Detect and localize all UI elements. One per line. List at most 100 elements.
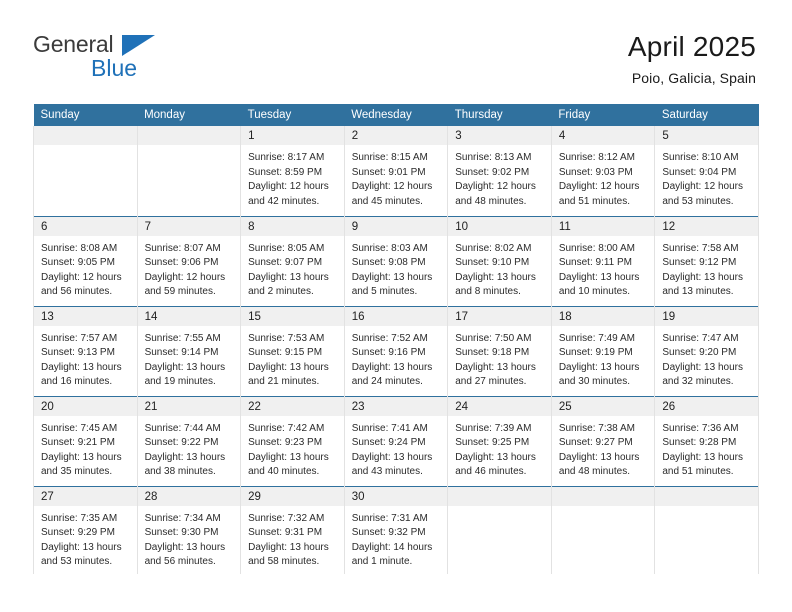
- calendar-day-cell[interactable]: 8 Sunrise: 8:05 AM Sunset: 9:07 PM Daylight…: [240, 215, 345, 306]
- day-detail-line: and 42 minutes.: [248, 195, 320, 207]
- day-detail-line: Sunrise: 7:34 AM: [144, 512, 221, 524]
- title-block: April 2025 Poio, Galicia, Spain: [628, 30, 756, 88]
- calendar-day-cell[interactable]: 5 Sunrise: 8:10 AM Sunset: 9:04 PM Daylight…: [654, 126, 759, 216]
- calendar-day-cell[interactable]: 11 Sunrise: 8:00 AM Sunset: 9:11 PM Dayligh…: [550, 215, 656, 306]
- weekday-header-friday: Friday: [551, 104, 655, 126]
- day-detail-line: Daylight: 12 hours: [144, 271, 226, 283]
- calendar-day-cell[interactable]: 4 Sunrise: 8:12 AM Sunset: 9:03 PM Daylight…: [550, 126, 656, 216]
- day-number: 19: [655, 306, 758, 326]
- calendar-day-cell[interactable]: 24 Sunrise: 7:39 AM Sunset: 9:25 PM Dayligh…: [447, 395, 552, 486]
- calendar-week-row: 1 Sunrise: 8:17 AM Sunset: 8:59 PM Daylight…: [33, 126, 759, 216]
- day-details: Sunrise: 7:36 AM Sunset: 9:28 PM Daylight:…: [655, 416, 758, 480]
- calendar-day-cell[interactable]: 26 Sunrise: 7:36 AM Sunset: 9:28 PM Dayligh…: [654, 395, 759, 486]
- calendar-day-cell[interactable]: 16 Sunrise: 7:52 AM Sunset: 9:16 PM Dayligh…: [343, 305, 449, 396]
- calendar-body: 1 Sunrise: 8:17 AM Sunset: 8:59 PM Daylight…: [33, 126, 759, 574]
- day-detail-line: Sunset: 9:23 PM: [248, 437, 323, 449]
- calendar-day-cell[interactable]: 28 Sunrise: 7:34 AM Sunset: 9:30 PM Dayligh…: [136, 485, 242, 574]
- day-detail-line: and 58 minutes.: [248, 556, 320, 568]
- day-number: 8: [241, 216, 344, 236]
- day-detail-line: and 51 minutes.: [662, 466, 734, 478]
- general-blue-logo[interactable]: General Blue: [33, 32, 203, 84]
- day-details: [448, 506, 551, 512]
- calendar-day-cell[interactable]: 29 Sunrise: 7:32 AM Sunset: 9:31 PM Dayligh…: [240, 485, 345, 574]
- calendar-day-cell[interactable]: 1 Sunrise: 8:17 AM Sunset: 8:59 PM Daylight…: [240, 126, 345, 216]
- day-detail-line: Daylight: 13 hours: [662, 271, 743, 283]
- day-details: [655, 506, 758, 512]
- calendar-day-cell[interactable]: 14 Sunrise: 7:55 AM Sunset: 9:14 PM Dayligh…: [136, 305, 242, 396]
- calendar-day-cell[interactable]: 6 Sunrise: 8:08 AM Sunset: 9:05 PM Daylight…: [33, 215, 138, 306]
- day-detail-line: Daylight: 12 hours: [248, 181, 329, 193]
- day-detail-line: Daylight: 13 hours: [41, 541, 122, 553]
- day-detail-line: Sunrise: 7:36 AM: [662, 422, 739, 434]
- day-detail-line: Sunset: 9:01 PM: [351, 166, 426, 178]
- weekday-header-tuesday: Tuesday: [240, 104, 345, 126]
- day-number: [655, 486, 758, 506]
- calendar-day-cell[interactable]: 3 Sunrise: 8:13 AM Sunset: 9:02 PM Daylight…: [447, 126, 552, 216]
- calendar-day-cell[interactable]: 7 Sunrise: 8:07 AM Sunset: 9:06 PM Daylight…: [136, 215, 242, 306]
- day-detail-line: Daylight: 12 hours: [41, 271, 122, 283]
- calendar-day-cell[interactable]: 15 Sunrise: 7:53 AM Sunset: 9:15 PM Dayligh…: [240, 305, 345, 396]
- day-number: 13: [34, 306, 137, 326]
- day-detail-line: and 51 minutes.: [558, 195, 630, 207]
- calendar-day-cell[interactable]: 25 Sunrise: 7:38 AM Sunset: 9:27 PM Dayligh…: [550, 395, 656, 486]
- weekday-header-saturday: Saturday: [654, 104, 759, 126]
- day-details: Sunrise: 7:41 AM Sunset: 9:24 PM Daylight:…: [345, 416, 448, 480]
- calendar-day-cell-empty: [136, 126, 242, 216]
- day-number: 4: [551, 126, 655, 145]
- day-number: 16: [344, 306, 448, 326]
- day-detail-line: Sunset: 9:06 PM: [144, 257, 219, 269]
- day-detail-line: Daylight: 12 hours: [351, 181, 433, 193]
- day-number: 23: [344, 396, 448, 416]
- day-detail-line: Daylight: 13 hours: [41, 451, 122, 463]
- day-detail-line: Sunrise: 7:58 AM: [662, 242, 739, 254]
- calendar-day-cell[interactable]: 17 Sunrise: 7:50 AM Sunset: 9:18 PM Dayligh…: [447, 305, 552, 396]
- day-detail-line: Sunset: 9:29 PM: [41, 527, 115, 539]
- day-detail-line: Daylight: 13 hours: [558, 271, 640, 283]
- day-detail-line: and 59 minutes.: [144, 286, 216, 298]
- day-detail-line: and 19 minutes.: [144, 376, 216, 388]
- day-detail-line: and 43 minutes.: [351, 466, 423, 478]
- day-detail-line: Daylight: 13 hours: [662, 361, 743, 373]
- day-detail-line: Sunrise: 7:52 AM: [351, 332, 428, 344]
- day-detail-line: Daylight: 13 hours: [41, 361, 122, 373]
- day-details: Sunrise: 7:32 AM Sunset: 9:31 PM Daylight:…: [241, 506, 344, 570]
- day-detail-line: Daylight: 13 hours: [455, 361, 536, 373]
- day-details: Sunrise: 8:07 AM Sunset: 9:06 PM Daylight:…: [138, 236, 241, 300]
- calendar-day-cell[interactable]: 27 Sunrise: 7:35 AM Sunset: 9:29 PM Dayligh…: [33, 485, 138, 574]
- calendar-day-cell[interactable]: 12 Sunrise: 7:58 AM Sunset: 9:12 PM Dayligh…: [654, 215, 759, 306]
- calendar-day-cell[interactable]: 13 Sunrise: 7:57 AM Sunset: 9:13 PM Dayligh…: [33, 305, 138, 396]
- day-detail-line: Daylight: 13 hours: [248, 451, 329, 463]
- day-detail-line: Sunrise: 8:13 AM: [455, 152, 532, 163]
- day-number: [34, 126, 137, 145]
- calendar-day-cell[interactable]: 20 Sunrise: 7:45 AM Sunset: 9:21 PM Dayligh…: [33, 395, 138, 486]
- day-detail-line: and 5 minutes.: [351, 286, 418, 298]
- calendar-day-cell[interactable]: 2 Sunrise: 8:15 AM Sunset: 9:01 PM Daylight…: [343, 126, 449, 216]
- calendar-day-cell-empty: [33, 126, 138, 216]
- day-detail-line: Daylight: 13 hours: [248, 361, 329, 373]
- day-detail-line: Sunset: 9:05 PM: [41, 257, 115, 269]
- calendar-day-cell[interactable]: 18 Sunrise: 7:49 AM Sunset: 9:19 PM Dayligh…: [550, 305, 656, 396]
- calendar-day-cell[interactable]: 9 Sunrise: 8:03 AM Sunset: 9:08 PM Daylight…: [343, 215, 449, 306]
- day-detail-line: Sunset: 9:30 PM: [144, 527, 219, 539]
- day-details: Sunrise: 7:35 AM Sunset: 9:29 PM Daylight:…: [34, 506, 137, 570]
- calendar-day-cell[interactable]: 22 Sunrise: 7:42 AM Sunset: 9:23 PM Dayligh…: [240, 395, 345, 486]
- day-detail-line: and 56 minutes.: [41, 286, 113, 298]
- calendar-day-cell[interactable]: 10 Sunrise: 8:02 AM Sunset: 9:10 PM Dayligh…: [447, 215, 552, 306]
- day-detail-line: and 40 minutes.: [248, 466, 320, 478]
- calendar-day-cell[interactable]: 21 Sunrise: 7:44 AM Sunset: 9:22 PM Dayligh…: [136, 395, 242, 486]
- day-detail-line: Sunrise: 8:03 AM: [351, 242, 428, 254]
- day-number: 2: [344, 126, 448, 145]
- day-details: Sunrise: 7:53 AM Sunset: 9:15 PM Daylight:…: [241, 326, 344, 390]
- calendar-day-cell[interactable]: 30 Sunrise: 7:31 AM Sunset: 9:32 PM Dayligh…: [343, 485, 449, 574]
- day-detail-line: Sunrise: 7:31 AM: [351, 512, 428, 524]
- calendar-day-cell[interactable]: 19 Sunrise: 7:47 AM Sunset: 9:20 PM Dayligh…: [654, 305, 759, 396]
- day-details: [34, 145, 137, 151]
- day-number: 29: [241, 486, 344, 506]
- day-detail-line: Sunset: 9:14 PM: [144, 347, 219, 359]
- day-detail-line: Daylight: 13 hours: [248, 541, 329, 553]
- day-details: Sunrise: 7:49 AM Sunset: 9:19 PM Daylight:…: [552, 326, 655, 390]
- day-detail-line: Sunrise: 8:10 AM: [662, 152, 739, 163]
- day-number: 22: [241, 396, 344, 416]
- day-details: Sunrise: 8:13 AM Sunset: 9:02 PM Daylight:…: [448, 145, 551, 209]
- calendar-day-cell[interactable]: 23 Sunrise: 7:41 AM Sunset: 9:24 PM Dayligh…: [343, 395, 449, 486]
